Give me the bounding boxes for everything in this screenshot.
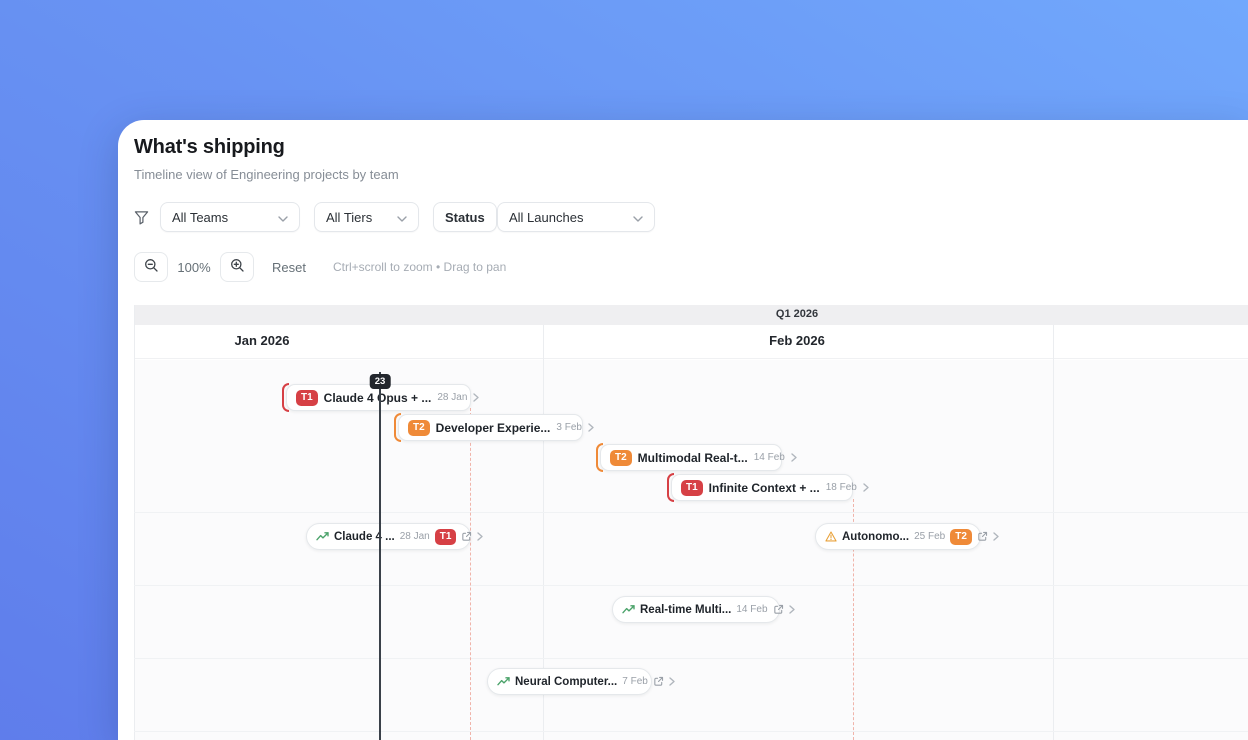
row-separator <box>134 512 1248 513</box>
zoom-in-button[interactable] <box>220 252 254 282</box>
external-link-icon <box>653 676 664 687</box>
launch-date: 14 Feb <box>736 604 768 615</box>
launch-title: Autonomo... <box>842 530 910 543</box>
bar-start-bracket <box>394 413 401 442</box>
tier-badge: T2 <box>610 449 632 466</box>
chevron-right-icon <box>477 532 484 541</box>
filter-icon <box>134 210 149 225</box>
reset-button[interactable]: Reset <box>272 260 306 275</box>
project-date: 3 Feb <box>556 422 582 433</box>
chevron-right-icon <box>788 605 795 614</box>
app-background: What's shipping Timeline view of Enginee… <box>0 0 1248 740</box>
warning-icon <box>825 531 837 542</box>
chevron-right-icon <box>791 453 797 462</box>
project-card[interactable]: T2 Developer Experie... 3 Feb <box>394 413 594 442</box>
tier-filter-value: All Tiers <box>326 209 373 225</box>
deadline-line <box>470 408 471 740</box>
zoom-toolbar: 100% Reset Ctrl+scroll to zoom • Drag to… <box>134 252 506 282</box>
team-filter-value: All Teams <box>172 209 229 225</box>
bar-start-bracket <box>667 473 674 502</box>
tier-badge: T2 <box>408 419 430 436</box>
launch-date: 28 Jan <box>399 531 430 542</box>
today-marker: 23 <box>369 374 391 389</box>
month-gridline-mar <box>1053 325 1054 740</box>
chevron-right-icon <box>669 677 675 686</box>
quarter-header: Q1 2026 <box>134 305 1248 325</box>
magnifier-plus-icon <box>230 258 245 276</box>
project-date: 14 Feb <box>753 452 785 463</box>
chevron-right-icon <box>588 423 594 432</box>
bar-start-bracket <box>282 383 289 412</box>
tier-badge: T2 <box>950 528 972 545</box>
project-title: Developer Experie... <box>435 420 551 435</box>
launch-card[interactable]: Real-time Multi... 14 Feb <box>612 596 795 623</box>
tier-badge: T1 <box>681 479 703 496</box>
tier-filter-select[interactable]: All Tiers <box>314 202 419 232</box>
launch-filter-value: All Launches <box>509 209 584 225</box>
status-filter-button[interactable]: Status <box>433 202 497 232</box>
tier-badge: T1 <box>434 528 457 545</box>
external-link-icon <box>977 531 988 542</box>
chevron-down-icon <box>397 210 407 225</box>
page-subtitle: Timeline view of Engineering projects by… <box>134 167 399 182</box>
launch-date: 7 Feb <box>622 676 648 687</box>
zoom-level: 100% <box>177 259 211 275</box>
tier-badge: T1 <box>296 389 318 406</box>
chevron-right-icon <box>473 393 480 402</box>
timeline-canvas[interactable] <box>134 360 1248 740</box>
external-link-icon <box>461 531 472 542</box>
trending-up-icon <box>622 604 635 615</box>
launch-filter-select[interactable]: All Launches <box>497 202 655 232</box>
project-title: Multimodal Real-t... <box>637 450 748 465</box>
trending-up-icon <box>497 676 510 687</box>
bar-start-bracket <box>596 443 603 472</box>
chevron-down-icon <box>278 210 288 225</box>
row-separator <box>134 585 1248 586</box>
zoom-pan-hint: Ctrl+scroll to zoom • Drag to pan <box>332 260 507 274</box>
today-line <box>379 372 381 740</box>
month-header-row: Jan 2026 Feb 2026 <box>134 325 1248 359</box>
trending-up-icon <box>316 531 329 542</box>
launch-title: Real-time Multi... <box>640 603 732 616</box>
month-header-feb: Feb 2026 <box>769 333 825 348</box>
project-card[interactable]: T1 Infinite Context + ... 18 Feb <box>667 473 869 502</box>
project-title: Claude 4 Opus + ... <box>323 390 432 405</box>
grid-left-border <box>134 305 135 740</box>
project-title: Infinite Context + ... <box>708 480 820 495</box>
project-date: 28 Jan <box>437 392 468 403</box>
row-separator <box>134 731 1248 732</box>
team-filter-select[interactable]: All Teams <box>160 202 300 232</box>
external-link-icon <box>773 604 784 615</box>
launch-card[interactable]: Claude 4 ... 28 Jan T1 <box>306 523 484 550</box>
row-separator <box>134 658 1248 659</box>
zoom-out-button[interactable] <box>134 252 168 282</box>
launch-title: Claude 4 ... <box>334 530 395 543</box>
launch-card[interactable]: Autonomo... 25 Feb T2 <box>815 523 999 550</box>
launch-date: 25 Feb <box>914 531 946 542</box>
launch-title: Neural Computer... <box>515 675 618 688</box>
chevron-right-icon <box>993 532 999 541</box>
chevron-down-icon <box>633 210 643 225</box>
magnifier-minus-icon <box>144 258 159 276</box>
launch-card[interactable]: Neural Computer... 7 Feb <box>487 668 675 695</box>
quarter-label: Q1 2026 <box>775 308 819 320</box>
project-card[interactable]: T2 Multimodal Real-t... 14 Feb <box>596 443 797 472</box>
month-header-jan: Jan 2026 <box>234 333 290 348</box>
page-title: What's shipping <box>134 136 285 158</box>
project-date: 18 Feb <box>825 482 857 493</box>
chevron-right-icon <box>863 483 869 492</box>
